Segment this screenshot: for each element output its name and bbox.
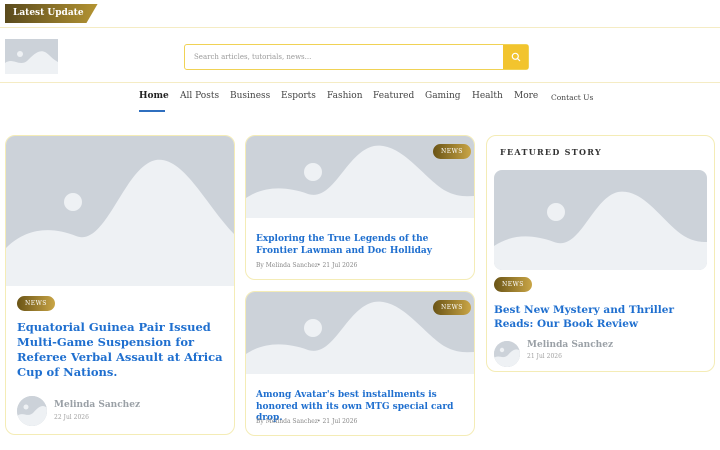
article-date: • 21 Jul 2026 xyxy=(317,262,358,269)
nav-item-business[interactable]: Business xyxy=(230,91,270,101)
nav-item-contact-us[interactable]: Contact Us xyxy=(551,93,593,102)
news-tag-badge[interactable]: NEWS xyxy=(17,296,55,311)
article-title[interactable]: Exploring the True Legends of the Fronti… xyxy=(256,234,468,257)
main-nav: Home All Posts Business Esports Fashion … xyxy=(0,83,720,115)
site-logo[interactable] xyxy=(5,39,58,74)
site-header xyxy=(0,28,720,83)
article-author[interactable]: By Melinda Sanchez xyxy=(256,418,318,425)
article-card[interactable]: NEWS Exploring the True Legends of the F… xyxy=(245,135,475,280)
nav-item-featured[interactable]: Featured xyxy=(373,91,414,101)
search-input[interactable] xyxy=(185,45,503,69)
nav-item-health[interactable]: Health xyxy=(472,91,503,101)
nav-item-esports[interactable]: Esports xyxy=(281,91,316,101)
featured-story-heading: FEATURED STORY xyxy=(500,147,602,157)
search-button[interactable] xyxy=(503,45,528,69)
featured-article-title[interactable]: Best New Mystery and Thriller Reads: Our… xyxy=(494,304,709,331)
latest-update-badge[interactable]: Latest Update xyxy=(5,4,98,23)
author-avatar xyxy=(494,341,520,367)
publish-date: 22 Jul 2026 xyxy=(54,414,89,421)
nav-item-all-posts[interactable]: All Posts xyxy=(180,91,219,101)
top-bar: Latest Update xyxy=(0,0,720,28)
active-nav-underline xyxy=(139,110,165,112)
author-name[interactable]: Melinda Sanchez xyxy=(54,400,140,410)
nav-item-fashion[interactable]: Fashion xyxy=(327,91,363,101)
avatar-placeholder-icon xyxy=(17,396,47,426)
nav-item-gaming[interactable]: Gaming xyxy=(425,91,461,101)
publish-date: 21 Jul 2026 xyxy=(527,353,562,360)
main-article-card[interactable]: NEWS Equatorial Guinea Pair Issued Multi… xyxy=(5,135,235,435)
main-article-image[interactable] xyxy=(6,136,234,286)
article-date: • 21 Jul 2026 xyxy=(317,418,358,425)
logo-placeholder-icon xyxy=(5,39,58,74)
nav-item-home[interactable]: Home xyxy=(139,91,169,101)
search-icon xyxy=(511,52,520,62)
image-placeholder-icon xyxy=(6,136,234,286)
article-card[interactable]: NEWS Among Avatar's best installments is… xyxy=(245,291,475,436)
article-author[interactable]: By Melinda Sanchez xyxy=(256,262,318,269)
news-tag-badge[interactable]: NEWS xyxy=(433,144,471,159)
avatar-placeholder-icon xyxy=(494,341,520,367)
author-avatar xyxy=(17,396,47,426)
nav-item-more[interactable]: More xyxy=(514,91,538,101)
news-tag-badge[interactable]: NEWS xyxy=(494,277,532,292)
news-tag-badge[interactable]: NEWS xyxy=(433,300,471,315)
main-article-title[interactable]: Equatorial Guinea Pair Issued Multi-Game… xyxy=(17,320,225,380)
featured-image[interactable] xyxy=(494,170,707,270)
image-placeholder-icon xyxy=(494,170,707,270)
featured-story-card[interactable]: FEATURED STORY NEWS Best New Mystery and… xyxy=(486,135,715,372)
author-name[interactable]: Melinda Sanchez xyxy=(527,340,613,350)
search-bar xyxy=(184,44,529,70)
